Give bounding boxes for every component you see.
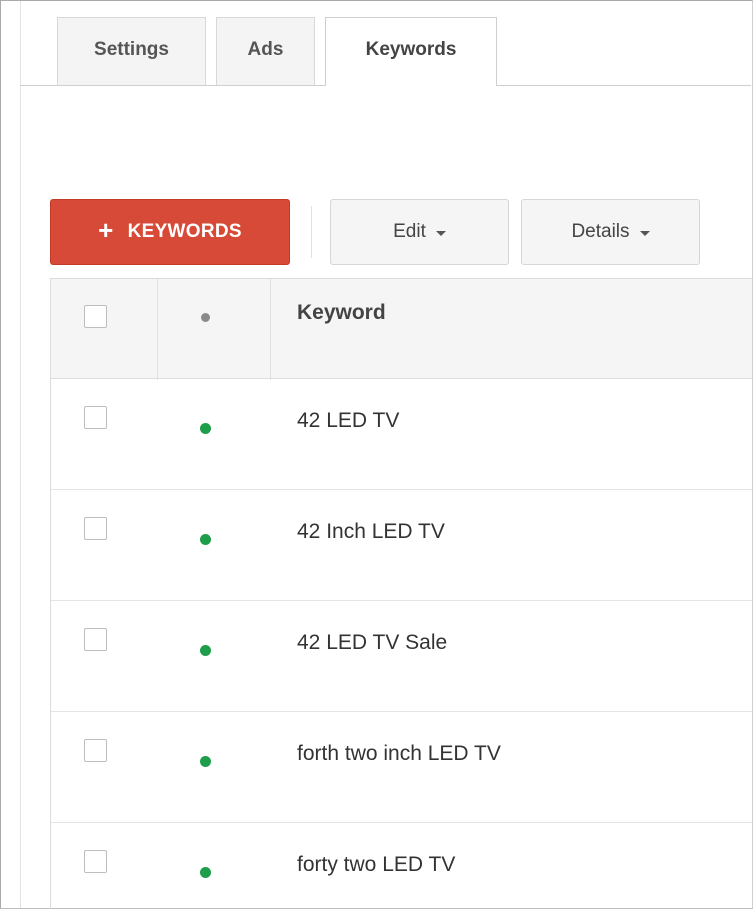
add-keywords-label: KEYWORDS xyxy=(127,221,242,242)
chevron-down-icon xyxy=(639,230,650,236)
select-all-checkbox[interactable] xyxy=(84,305,107,328)
table-row: forty two LED TV xyxy=(51,823,752,909)
keyword-text[interactable]: 42 LED TV xyxy=(297,409,399,433)
table-row: 42 Inch LED TV xyxy=(51,490,752,601)
keyword-text[interactable]: 42 LED TV Sale xyxy=(297,631,447,655)
status-column-icon xyxy=(201,313,210,322)
status-enabled-icon xyxy=(200,756,211,767)
table-row: forth two inch LED TV xyxy=(51,712,752,823)
edit-dropdown-button[interactable]: Edit xyxy=(330,199,509,265)
edit-label: Edit xyxy=(393,221,426,242)
tab-keywords[interactable]: Keywords xyxy=(325,17,497,86)
keywords-table: Keyword 42 LED TV 42 Inch LED TV 42 LED … xyxy=(50,278,752,909)
keyword-text[interactable]: forth two inch LED TV xyxy=(297,742,501,766)
status-enabled-icon xyxy=(200,645,211,656)
status-enabled-icon xyxy=(200,867,211,878)
details-label: Details xyxy=(571,221,630,242)
row-checkbox[interactable] xyxy=(84,850,107,873)
row-checkbox[interactable] xyxy=(84,628,107,651)
tab-settings[interactable]: Settings xyxy=(57,17,206,85)
details-dropdown-button[interactable]: Details xyxy=(521,199,700,265)
column-divider xyxy=(270,279,271,380)
keyword-column-header[interactable]: Keyword xyxy=(297,301,386,325)
tab-ads-label: Ads xyxy=(247,38,284,60)
table-row: 42 LED TV xyxy=(51,379,752,490)
tab-settings-label: Settings xyxy=(94,38,169,60)
column-divider xyxy=(157,279,158,380)
tab-keywords-label: Keywords xyxy=(365,39,457,60)
table-header-row: Keyword xyxy=(51,278,752,380)
chevron-down-icon xyxy=(435,230,446,236)
add-keywords-button[interactable]: + KEYWORDS xyxy=(50,199,290,265)
tab-ads[interactable]: Ads xyxy=(216,17,315,85)
keyword-text[interactable]: 42 Inch LED TV xyxy=(297,520,445,544)
row-checkbox[interactable] xyxy=(84,517,107,540)
toolbar-separator xyxy=(311,206,312,258)
status-enabled-icon xyxy=(200,423,211,434)
keyword-text[interactable]: forty two LED TV xyxy=(297,853,455,877)
row-checkbox[interactable] xyxy=(84,739,107,762)
plus-icon: + xyxy=(98,215,114,245)
table-row: 42 LED TV Sale xyxy=(51,601,752,712)
row-checkbox[interactable] xyxy=(84,406,107,429)
status-enabled-icon xyxy=(200,534,211,545)
